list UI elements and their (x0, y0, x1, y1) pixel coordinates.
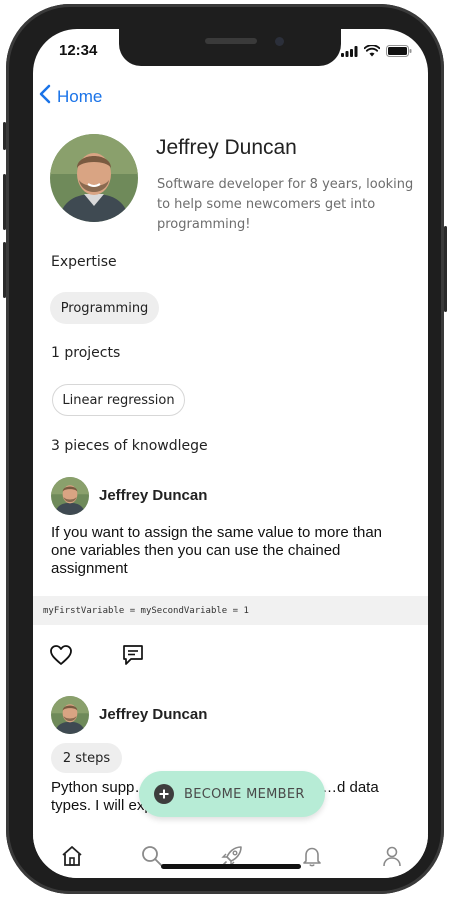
like-button[interactable] (49, 644, 73, 670)
bell-icon (301, 845, 323, 871)
tab-bar (33, 835, 428, 878)
notch (119, 29, 341, 66)
steps-badge: 2 steps (51, 743, 122, 773)
post-author-avatar[interactable] (51, 696, 89, 734)
post-author-avatar[interactable] (51, 477, 89, 515)
profile-name: Jeffrey Duncan (156, 136, 297, 159)
heart-icon (49, 645, 73, 670)
status-time: 12:34 (59, 42, 98, 59)
post-author-name[interactable]: Jeffrey Duncan (99, 706, 207, 723)
back-button[interactable]: Home (39, 84, 102, 109)
knowledge-heading: 3 pieces of knowdlege (51, 438, 208, 454)
code-snippet: myFirstVariable = mySecondVariable = 1 (33, 596, 428, 625)
power-button (444, 226, 447, 312)
search-icon (141, 845, 163, 871)
wifi-icon (363, 42, 381, 61)
expertise-heading: Expertise (51, 254, 117, 270)
signal-icon (341, 42, 358, 61)
tab-profile[interactable] (379, 845, 405, 871)
mute-switch (3, 122, 6, 150)
comment-icon (121, 645, 145, 671)
become-member-label: BECOME MEMBER (184, 786, 305, 802)
volume-up-button (3, 174, 6, 230)
project-chip[interactable]: Linear regression (52, 384, 185, 416)
user-icon (381, 845, 403, 871)
post-author-name[interactable]: Jeffrey Duncan (99, 487, 207, 504)
chevron-left-icon (39, 84, 51, 109)
back-label: Home (57, 86, 103, 106)
volume-down-button (3, 242, 6, 298)
phone-frame: 12:34 Home Jeffrey Duncan Software devel… (3, 4, 447, 894)
profile-bio: Software developer for 8 years, looking … (157, 177, 414, 232)
become-member-button[interactable]: BECOME MEMBER (139, 771, 325, 817)
projects-heading: 1 projects (51, 345, 121, 361)
screen: 12:34 Home Jeffrey Duncan Software devel… (33, 29, 428, 878)
status-icons (341, 42, 412, 61)
battery-icon (386, 42, 412, 61)
comment-button[interactable] (121, 643, 145, 671)
home-icon (61, 845, 83, 871)
tab-home[interactable] (59, 845, 85, 871)
post-text: If you want to assign the same value to … (51, 524, 383, 577)
home-indicator (161, 864, 301, 869)
profile-avatar (50, 134, 138, 222)
plus-icon (154, 784, 174, 804)
speaker-grille (205, 38, 257, 44)
expertise-tag[interactable]: Programming (50, 292, 159, 324)
tab-notifications[interactable] (299, 845, 325, 871)
front-camera (275, 37, 284, 46)
